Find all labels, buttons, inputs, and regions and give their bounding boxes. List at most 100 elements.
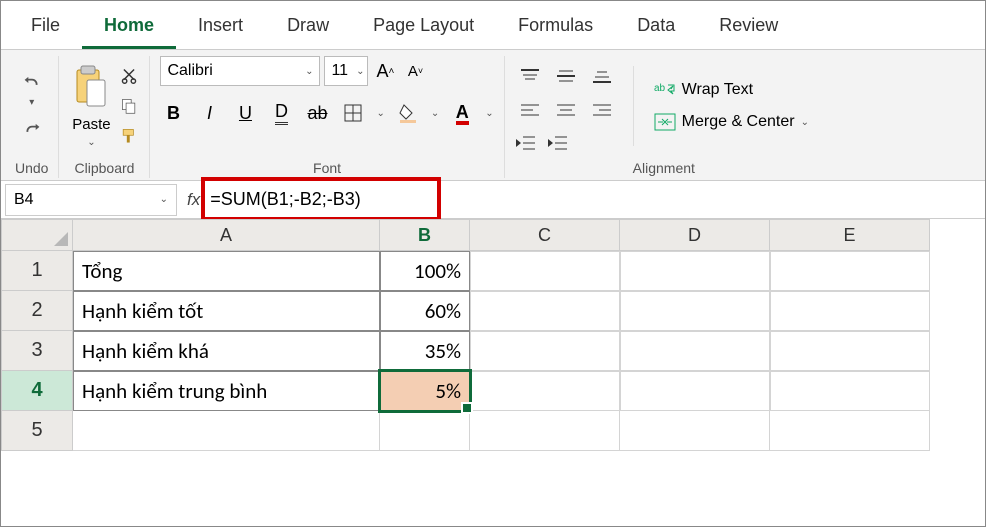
cell-A3[interactable]: Hạnh kiểm khá [73, 331, 380, 371]
tab-home[interactable]: Home [82, 7, 176, 49]
cell-B5[interactable] [380, 411, 470, 451]
cell-E5[interactable] [770, 411, 930, 451]
group-clipboard: Paste ⌄ Clipboard [59, 56, 150, 178]
double-underline-button[interactable]: D [268, 100, 294, 126]
increase-font-icon[interactable]: A˄ [372, 58, 398, 84]
tab-file[interactable]: File [9, 7, 82, 49]
redo-icon[interactable] [22, 120, 42, 140]
fill-color-button[interactable] [395, 100, 421, 126]
cell-C3[interactable] [470, 331, 620, 371]
cell-B1[interactable]: 100% [380, 251, 470, 291]
font-name-select[interactable]: Calibri⌄ [160, 56, 320, 86]
col-header-E[interactable]: E [770, 219, 930, 251]
chevron-down-icon: ⌄ [356, 66, 364, 77]
chevron-down-icon[interactable]: ▾ [29, 97, 34, 108]
formula-bar: B4⌄ fx =SUM(B1;-B2;-B3) [1, 181, 985, 219]
cell-A1[interactable]: Tổng [73, 251, 380, 291]
align-bottom-icon[interactable] [587, 61, 617, 91]
merge-center-button[interactable]: Merge & Center ⌄ [650, 111, 813, 133]
align-right-icon[interactable] [587, 95, 617, 125]
row-header-5[interactable]: 5 [1, 411, 73, 451]
align-top-icon[interactable] [515, 61, 545, 91]
undo-icon[interactable] [22, 73, 42, 93]
cell-D5[interactable] [620, 411, 770, 451]
row-header-4[interactable]: 4 [1, 371, 73, 411]
cell-A4[interactable]: Hạnh kiểm trung bình [73, 371, 380, 411]
cell-B3[interactable]: 35% [380, 331, 470, 371]
chevron-down-icon[interactable]: ⌄ [87, 137, 95, 148]
fx-icon[interactable]: fx [181, 190, 206, 210]
cell-C5[interactable] [470, 411, 620, 451]
paste-button[interactable]: Paste ⌄ [69, 62, 113, 150]
align-left-icon[interactable] [515, 95, 545, 125]
cut-icon[interactable] [119, 66, 139, 86]
format-painter-icon[interactable] [119, 126, 139, 146]
name-box[interactable]: B4⌄ [5, 184, 177, 216]
bold-button[interactable]: B [160, 100, 186, 126]
cell-B2[interactable]: 60% [380, 291, 470, 331]
decrease-font-icon[interactable]: A˅ [402, 58, 428, 84]
wrap-text-icon: ab [654, 81, 676, 99]
group-undo: ▾ Undo [5, 56, 59, 178]
formula-input[interactable]: =SUM(B1;-B2;-B3) [206, 185, 985, 214]
merge-icon [654, 113, 676, 131]
align-middle-icon[interactable] [551, 61, 581, 91]
row-header-3[interactable]: 3 [1, 331, 73, 371]
cell-E2[interactable] [770, 291, 930, 331]
group-alignment: ab Wrap Text Merge & Center ⌄ Alignment [505, 56, 823, 178]
chevron-down-icon: ⌄ [160, 194, 168, 205]
group-label-font: Font [313, 156, 341, 178]
cell-E3[interactable] [770, 331, 930, 371]
cell-C4[interactable] [470, 371, 620, 411]
cell-D4[interactable] [620, 371, 770, 411]
cell-C2[interactable] [470, 291, 620, 331]
chevron-down-icon[interactable]: ⌄ [431, 108, 439, 119]
decrease-indent-icon[interactable] [515, 135, 535, 151]
group-label-alignment: Alignment [633, 156, 695, 178]
tab-insert[interactable]: Insert [176, 7, 265, 49]
underline-button[interactable]: U [232, 100, 258, 126]
row-header-1[interactable]: 1 [1, 251, 73, 291]
cell-D2[interactable] [620, 291, 770, 331]
tab-review[interactable]: Review [697, 7, 800, 49]
spreadsheet-grid: A B C D E 1 Tổng 100% 2 Hạnh kiểm tốt 60… [1, 219, 985, 451]
group-label-clipboard: Clipboard [75, 156, 135, 178]
chevron-down-icon[interactable]: ⌄ [376, 108, 384, 119]
cell-D1[interactable] [620, 251, 770, 291]
col-header-D[interactable]: D [620, 219, 770, 251]
borders-button[interactable] [340, 100, 366, 126]
chevron-down-icon: ⌄ [305, 66, 313, 77]
cell-B4[interactable]: 5% [380, 371, 470, 411]
wrap-text-button[interactable]: ab Wrap Text [650, 79, 757, 101]
cell-C1[interactable] [470, 251, 620, 291]
tab-page-layout[interactable]: Page Layout [351, 7, 496, 49]
svg-text:ab: ab [654, 83, 666, 94]
ribbon-tabs: File Home Insert Draw Page Layout Formul… [1, 1, 985, 49]
group-label-undo: Undo [15, 156, 48, 178]
cell-A5[interactable] [73, 411, 380, 451]
col-header-C[interactable]: C [470, 219, 620, 251]
chevron-down-icon: ⌄ [801, 117, 809, 128]
cell-A2[interactable]: Hạnh kiểm tốt [73, 291, 380, 331]
row-header-2[interactable]: 2 [1, 291, 73, 331]
paste-label: Paste [72, 116, 110, 133]
copy-icon[interactable] [119, 96, 139, 116]
ribbon: ▾ Undo Paste ⌄ Clipboard Calibri⌄ 11⌄ [1, 49, 985, 181]
italic-button[interactable]: I [196, 100, 222, 126]
font-color-button[interactable]: A [449, 100, 475, 126]
chevron-down-icon[interactable]: ⌄ [485, 108, 493, 119]
font-size-select[interactable]: 11⌄ [324, 56, 368, 86]
align-center-icon[interactable] [551, 95, 581, 125]
col-header-B[interactable]: B [380, 219, 470, 251]
increase-indent-icon[interactable] [547, 135, 567, 151]
select-all-corner[interactable] [1, 219, 73, 251]
cell-E4[interactable] [770, 371, 930, 411]
tab-data[interactable]: Data [615, 7, 697, 49]
tab-formulas[interactable]: Formulas [496, 7, 615, 49]
cell-D3[interactable] [620, 331, 770, 371]
cell-E1[interactable] [770, 251, 930, 291]
group-font: Calibri⌄ 11⌄ A˄ A˅ B I U D ab ⌄ ⌄ A ⌄ Fon… [150, 56, 504, 178]
strikethrough-button[interactable]: ab [304, 100, 330, 126]
tab-draw[interactable]: Draw [265, 7, 351, 49]
col-header-A[interactable]: A [73, 219, 380, 251]
